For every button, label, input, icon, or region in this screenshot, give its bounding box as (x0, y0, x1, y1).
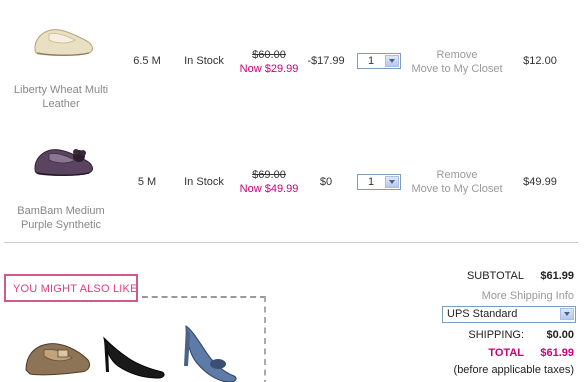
more-shipping-info-link[interactable]: More Shipping Info (482, 290, 574, 302)
move-to-closet-link[interactable]: Move to My Closet (404, 62, 510, 76)
recommended-shoe-black-pump-icon[interactable] (100, 328, 168, 382)
recommendations-header: YOU MIGHT ALSO LIKE (4, 274, 138, 302)
recommendations-panel: YOU MIGHT ALSO LIKE (0, 266, 268, 382)
stock-status: In Stock (184, 55, 224, 67)
quantity-value: 1 (368, 55, 375, 67)
price-block: $69.00 Now $49.99 (232, 168, 306, 196)
quantity-select[interactable]: 1 (357, 53, 401, 69)
original-price: $69.00 (252, 169, 286, 181)
discount-amount: -$17.99 (307, 55, 345, 67)
chevron-down-icon[interactable] (385, 55, 399, 67)
product-name[interactable]: Liberty Wheat Multi Leather (0, 83, 122, 111)
recommended-shoe-denim-heel-icon[interactable] (178, 320, 242, 382)
sale-price: Now $49.99 (239, 183, 299, 195)
product-thumbnail[interactable] (14, 136, 114, 184)
flat-shoe-cream-icon (34, 29, 93, 56)
remove-link[interactable]: Remove (404, 168, 510, 182)
shipping-method-value: UPS Standard (447, 308, 518, 320)
item-actions: Remove Move to My Closet (404, 48, 510, 76)
item-actions: Remove Move to My Closet (404, 168, 510, 196)
section-divider (4, 242, 578, 243)
product-thumbnail[interactable] (14, 18, 114, 60)
product-size: 5 M (137, 176, 157, 188)
item-total: $12.00 (523, 55, 557, 67)
recommendations-title: YOU MIGHT ALSO LIKE (13, 283, 138, 295)
order-summary: SUBTOTAL $61.99 More Shipping Info UPS S… (430, 262, 580, 382)
chevron-down-icon[interactable] (385, 176, 399, 188)
product-name[interactable]: BamBam Medium Purple Synthetic (0, 204, 122, 232)
shipping-label: SHIPPING: (468, 329, 524, 341)
tax-note: (before applicable taxes) (453, 364, 574, 376)
shipping-method-select[interactable]: UPS Standard (442, 306, 576, 323)
total-value: $61.99 (540, 347, 574, 359)
total-label: TOTAL (488, 347, 524, 359)
chevron-down-icon[interactable] (560, 308, 574, 320)
original-price: $60.00 (252, 49, 286, 61)
shipping-value: $0.00 (546, 329, 574, 341)
flat-shoe-purple-icon (34, 149, 93, 176)
cart-item-row: Liberty Wheat Multi Leather 6.5 M In Sto… (0, 0, 586, 120)
quantity-select[interactable]: 1 (357, 174, 401, 190)
stock-status: In Stock (184, 176, 224, 188)
price-block: $60.00 Now $29.99 (232, 48, 306, 76)
recommended-shoe-bronze-icon[interactable] (22, 326, 94, 382)
cart-item-row: BamBam Medium Purple Synthetic 5 M In St… (0, 122, 586, 240)
sale-price: Now $29.99 (239, 63, 299, 75)
subtotal-label: SUBTOTAL (466, 270, 524, 282)
product-size: 6.5 M (133, 55, 161, 67)
discount-amount: $0 (319, 176, 333, 188)
subtotal-value: $61.99 (540, 270, 574, 282)
quantity-value: 1 (368, 176, 375, 188)
move-to-closet-link[interactable]: Move to My Closet (404, 182, 510, 196)
item-total: $49.99 (523, 176, 557, 188)
remove-link[interactable]: Remove (404, 48, 510, 62)
